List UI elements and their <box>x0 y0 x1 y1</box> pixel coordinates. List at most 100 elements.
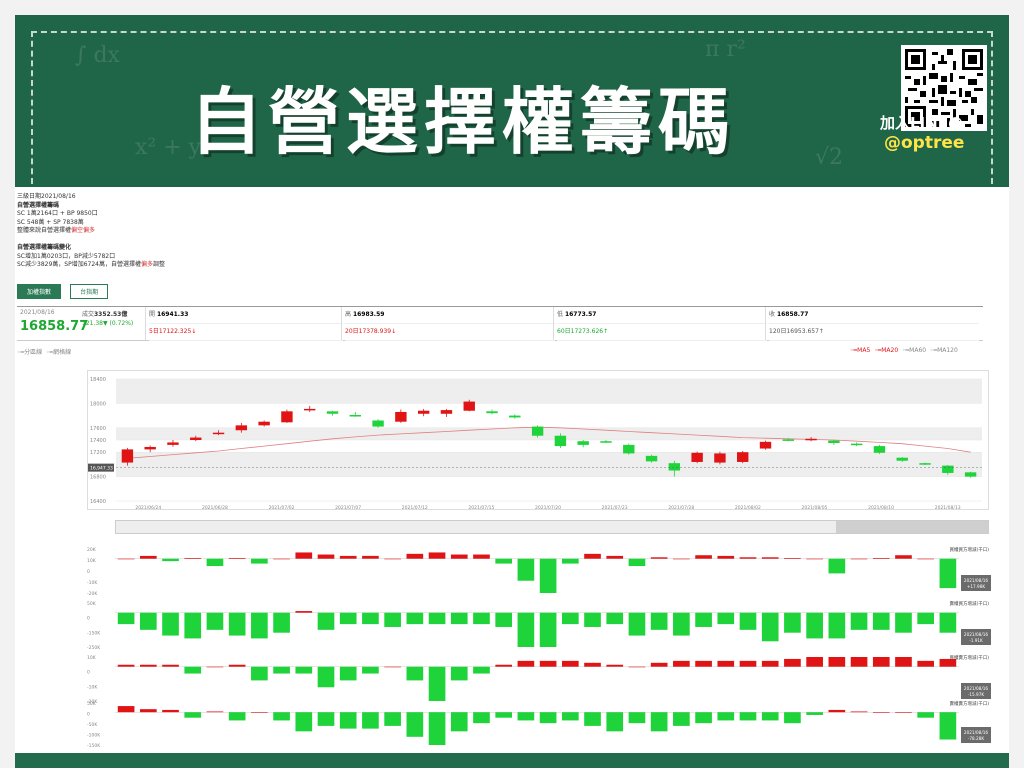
bar[interactable] <box>917 558 935 560</box>
bar[interactable] <box>717 555 735 559</box>
candle-body[interactable] <box>645 455 658 462</box>
toggle-grid-line[interactable]: ◦━網格線 <box>46 349 71 356</box>
bar[interactable] <box>606 555 624 559</box>
bar[interactable] <box>606 712 624 732</box>
candle-body[interactable] <box>759 441 772 449</box>
bar[interactable] <box>228 664 246 667</box>
bar[interactable] <box>428 612 446 625</box>
bar[interactable] <box>384 558 401 560</box>
bar[interactable] <box>806 657 823 667</box>
toggle-ma60[interactable]: ◦━MA60 <box>902 347 926 354</box>
bar[interactable] <box>362 712 379 729</box>
bar[interactable] <box>251 712 268 713</box>
bar[interactable] <box>317 666 335 688</box>
candle-body[interactable] <box>623 444 635 454</box>
candle-body[interactable] <box>577 441 589 445</box>
bar[interactable] <box>317 712 335 726</box>
bar[interactable] <box>606 664 624 667</box>
bar[interactable] <box>872 557 890 559</box>
candle-body[interactable] <box>942 465 954 473</box>
bar[interactable] <box>428 552 446 559</box>
bar[interactable] <box>584 662 601 667</box>
bar[interactable] <box>117 612 135 625</box>
bar[interactable] <box>784 712 801 724</box>
toggle-ma5[interactable]: ◦━MA5 <box>850 347 870 354</box>
bar[interactable] <box>317 612 335 630</box>
bar[interactable] <box>384 666 401 668</box>
bar[interactable] <box>228 712 246 721</box>
bar[interactable] <box>450 712 468 732</box>
bar[interactable] <box>917 712 935 718</box>
bar[interactable] <box>139 709 157 713</box>
bar[interactable] <box>117 558 135 560</box>
candle-body[interactable] <box>714 453 726 463</box>
candle-body[interactable] <box>737 452 749 462</box>
toggle-ma120[interactable]: ◦━MA120 <box>930 347 958 354</box>
candle-body[interactable] <box>395 411 407 422</box>
candle-body[interactable] <box>167 442 179 445</box>
bar[interactable] <box>273 558 290 560</box>
scrollbar-thumb[interactable] <box>836 521 988 533</box>
candle-body[interactable] <box>782 439 794 441</box>
bar[interactable] <box>473 666 490 674</box>
bar[interactable] <box>850 711 868 713</box>
bar[interactable] <box>806 612 823 639</box>
bar[interactable] <box>362 555 379 559</box>
bar[interactable] <box>539 712 557 724</box>
bar[interactable] <box>761 557 779 559</box>
bar[interactable] <box>206 711 224 713</box>
candle-body[interactable] <box>668 463 681 471</box>
bar[interactable] <box>495 558 513 564</box>
candle-body[interactable] <box>805 438 817 441</box>
toggle-ma20[interactable]: ◦━MA20 <box>874 347 898 354</box>
bar[interactable] <box>162 664 179 667</box>
bar[interactable] <box>628 712 646 724</box>
bar[interactable] <box>917 660 935 667</box>
bar[interactable] <box>650 712 668 732</box>
bar[interactable] <box>228 557 246 559</box>
bar[interactable] <box>406 553 424 559</box>
bar[interactable] <box>628 612 646 636</box>
bar[interactable] <box>628 666 646 668</box>
bar[interactable] <box>784 658 801 667</box>
bar[interactable] <box>339 612 357 625</box>
bar[interactable] <box>806 558 823 560</box>
candle-body[interactable] <box>258 421 270 426</box>
candle-body[interactable] <box>850 443 863 446</box>
bar[interactable] <box>495 664 513 667</box>
bar[interactable] <box>251 612 268 639</box>
candle-body[interactable] <box>828 440 840 444</box>
bar[interactable] <box>695 712 712 724</box>
candle-body[interactable] <box>372 420 384 427</box>
bar[interactable] <box>673 712 690 726</box>
bar[interactable] <box>584 712 601 726</box>
bar[interactable] <box>295 552 313 559</box>
bar[interactable] <box>895 555 912 559</box>
bar[interactable] <box>872 657 890 667</box>
bar[interactable] <box>895 612 912 633</box>
bar[interactable] <box>561 660 579 667</box>
bar[interactable] <box>695 555 712 559</box>
bar[interactable] <box>228 612 246 636</box>
bar[interactable] <box>295 712 313 732</box>
bar[interactable] <box>850 657 868 667</box>
candle-body[interactable] <box>600 441 612 443</box>
bar[interactable] <box>473 712 490 724</box>
bar[interactable] <box>695 660 712 667</box>
bar[interactable] <box>362 666 379 674</box>
bar[interactable] <box>317 554 335 559</box>
bar[interactable] <box>650 662 668 667</box>
bar[interactable] <box>784 557 801 559</box>
bar[interactable] <box>761 660 779 667</box>
bar[interactable] <box>273 666 290 674</box>
bar[interactable] <box>450 554 468 559</box>
candle-body[interactable] <box>440 410 453 414</box>
candlestick-chart[interactable]: 1840018000176001740017200168001640016,94… <box>87 370 989 510</box>
bar[interactable] <box>673 612 690 636</box>
chart-range-scrollbar[interactable] <box>115 520 989 534</box>
bar[interactable] <box>517 712 535 721</box>
candle-body[interactable] <box>554 435 567 447</box>
candle-body[interactable] <box>304 408 316 411</box>
candle-body[interactable] <box>121 449 134 463</box>
candle-body[interactable] <box>144 446 156 450</box>
